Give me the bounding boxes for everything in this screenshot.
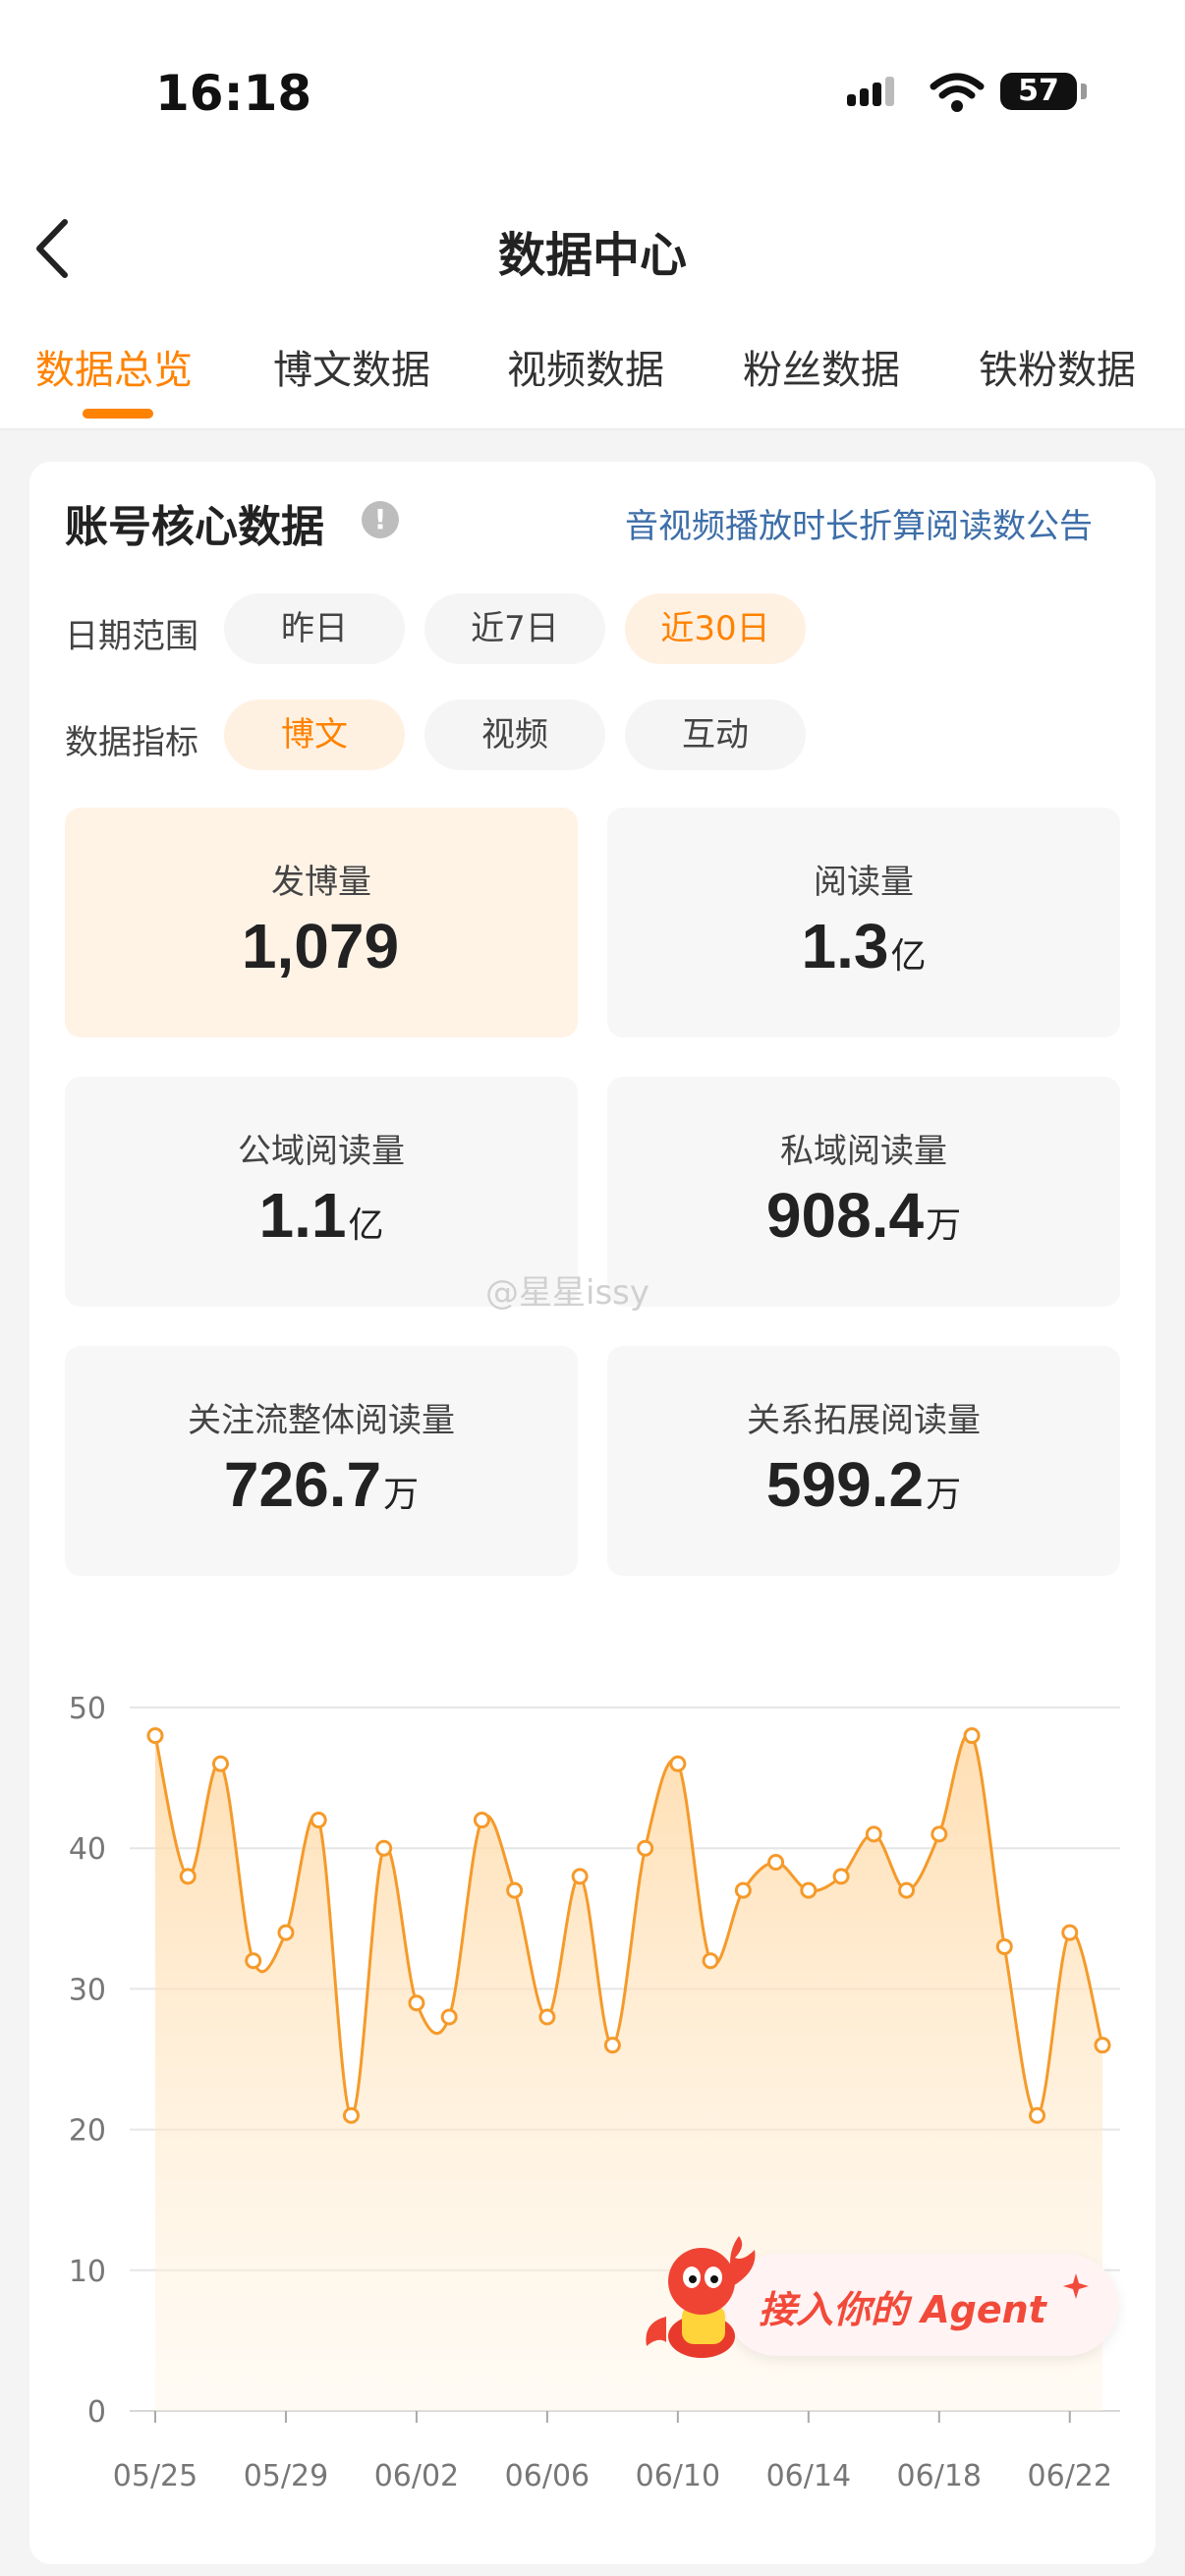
agent-promo[interactable]: 接入你的 Agent: [637, 2228, 1128, 2366]
chart-data-point[interactable]: [832, 1868, 850, 1885]
metric-value: 599.2万: [765, 1449, 962, 1520]
metric-card-relation-reads[interactable]: 关系拓展阅读量 599.2万: [607, 1346, 1120, 1576]
metric-card-reads[interactable]: 阅读量 1.3亿: [607, 808, 1120, 1037]
metric-value: 1.1亿: [258, 1180, 384, 1251]
date-option-7-days[interactable]: 近7日: [424, 593, 605, 664]
chart-data-point[interactable]: [342, 2106, 360, 2124]
date-range-label: 日期范围: [65, 617, 198, 656]
metric-label: 发博量: [271, 863, 371, 902]
chart-data-point[interactable]: [669, 1755, 687, 1772]
chart-data-point[interactable]: [473, 1812, 490, 1829]
status-time: 16:18: [155, 65, 312, 122]
tab-bar: 数据总览 博文数据 视频数据 粉丝数据 铁粉数据: [0, 338, 1185, 426]
chart-x-tick-label: 06/10: [636, 2459, 720, 2493]
chart-x-tick-label: 06/06: [505, 2459, 590, 2493]
chart-data-point[interactable]: [408, 1994, 425, 2012]
tab-posts[interactable]: 博文数据: [273, 338, 430, 395]
chart-y-tick-label: 20: [69, 2114, 106, 2149]
chart-y-tick-label: 40: [69, 1832, 106, 1867]
chart-data-point[interactable]: [1094, 2037, 1111, 2054]
battery-tip: [1081, 84, 1087, 99]
date-option-yesterday[interactable]: 昨日: [224, 593, 405, 664]
metric-option-posts[interactable]: 博文: [224, 700, 405, 770]
status-bar-icons: 57: [845, 67, 1087, 126]
chart-data-point[interactable]: [310, 1812, 327, 1829]
chart-data-point[interactable]: [440, 2008, 458, 2026]
metric-value: 1,079: [241, 911, 400, 981]
notice-link[interactable]: 音视频播放时长折算阅读数公告: [625, 499, 1093, 547]
chart-data-point[interactable]: [931, 1825, 948, 1843]
battery-indicator: 57: [1000, 73, 1077, 110]
chart-y-tick-label: 10: [69, 2255, 106, 2289]
chart-data-point[interactable]: [179, 1868, 197, 1885]
chart-data-point[interactable]: [375, 1839, 393, 1857]
wifi-icon: [930, 73, 985, 112]
active-tab-indicator: [83, 409, 153, 419]
metric-label: 私域阅读量: [780, 1132, 947, 1171]
section-title: 账号核心数据: [65, 502, 324, 552]
metric-value: 908.4万: [765, 1180, 962, 1251]
chart-data-point[interactable]: [506, 1881, 524, 1899]
page-title: 数据中心: [497, 228, 687, 283]
chart-x-tick-label: 05/29: [244, 2459, 328, 2493]
chart-data-point[interactable]: [995, 1937, 1013, 1955]
tab-fans[interactable]: 粉丝数据: [743, 338, 900, 395]
chart-data-point[interactable]: [963, 1727, 981, 1745]
chart-data-point[interactable]: [245, 1952, 262, 1970]
reads-trend-chart: 0 10 20 30 40 50 05/25 05/29 06/02 06/06 06/10 06/…: [69, 1692, 1120, 2493]
metric-card-follow-feed-reads[interactable]: 关注流整体阅读量 726.7万: [65, 1346, 578, 1576]
chart-data-point[interactable]: [637, 1839, 654, 1857]
chart-data-point[interactable]: [800, 1881, 818, 1899]
watermark: @星星issy: [485, 1273, 649, 1313]
metric-option-interactions[interactable]: 互动: [625, 700, 806, 770]
chart-x-tick-label: 06/22: [1028, 2459, 1112, 2493]
sparkle-icon: [1063, 2273, 1089, 2299]
mascot-icon: [646, 2236, 756, 2358]
info-icon[interactable]: !: [362, 501, 399, 538]
tab-overview[interactable]: 数据总览: [35, 338, 193, 395]
chart-data-point[interactable]: [603, 2037, 621, 2054]
chart-x-tick-label: 06/14: [766, 2459, 851, 2493]
chart-x-tick-label: 05/25: [113, 2459, 198, 2493]
chart-y-tick-label: 30: [69, 1973, 106, 2007]
agent-promo-label: 接入你的 Agent: [759, 2288, 1046, 2331]
cellular-signal-icon: [847, 77, 894, 106]
tab-iron-fans[interactable]: 铁粉数据: [979, 338, 1136, 395]
chart-data-point[interactable]: [1029, 2106, 1046, 2124]
chart-data-point[interactable]: [865, 1825, 882, 1843]
chart-y-tick-label: 0: [87, 2395, 106, 2430]
metric-label: 阅读量: [814, 863, 914, 902]
tab-videos[interactable]: 视频数据: [507, 338, 664, 395]
metric-label: 关系拓展阅读量: [747, 1401, 981, 1440]
chart-y-tick-label: 50: [69, 1692, 106, 1726]
chart-data-point[interactable]: [146, 1727, 164, 1745]
metric-value: 726.7万: [223, 1449, 420, 1520]
metric-label: 公域阅读量: [238, 1132, 405, 1171]
chart-data-point[interactable]: [767, 1854, 785, 1872]
chart-x-tick-label: 06/18: [897, 2459, 982, 2493]
chart-data-point[interactable]: [571, 1868, 589, 1885]
chart-data-point[interactable]: [1061, 1924, 1079, 1941]
chart-x-tick-label: 06/02: [374, 2459, 459, 2493]
chart-data-point[interactable]: [702, 1952, 719, 1970]
chart-data-point[interactable]: [898, 1881, 916, 1899]
chart-data-point[interactable]: [277, 1924, 295, 1941]
metric-card-post-count[interactable]: 发博量 1,079: [65, 808, 578, 1037]
metric-option-videos[interactable]: 视频: [424, 700, 605, 770]
metric-value: 1.3亿: [801, 911, 927, 981]
header-divider: [0, 428, 1185, 430]
metric-card-private-reads[interactable]: 私域阅读量 908.4万: [607, 1077, 1120, 1307]
date-option-30-days[interactable]: 近30日: [625, 593, 806, 664]
metric-filter-label: 数据指标: [65, 723, 198, 762]
metric-label: 关注流整体阅读量: [188, 1401, 455, 1440]
chart-data-point[interactable]: [538, 2008, 556, 2026]
chart-data-point[interactable]: [734, 1881, 752, 1899]
chart-data-point[interactable]: [211, 1755, 229, 1772]
